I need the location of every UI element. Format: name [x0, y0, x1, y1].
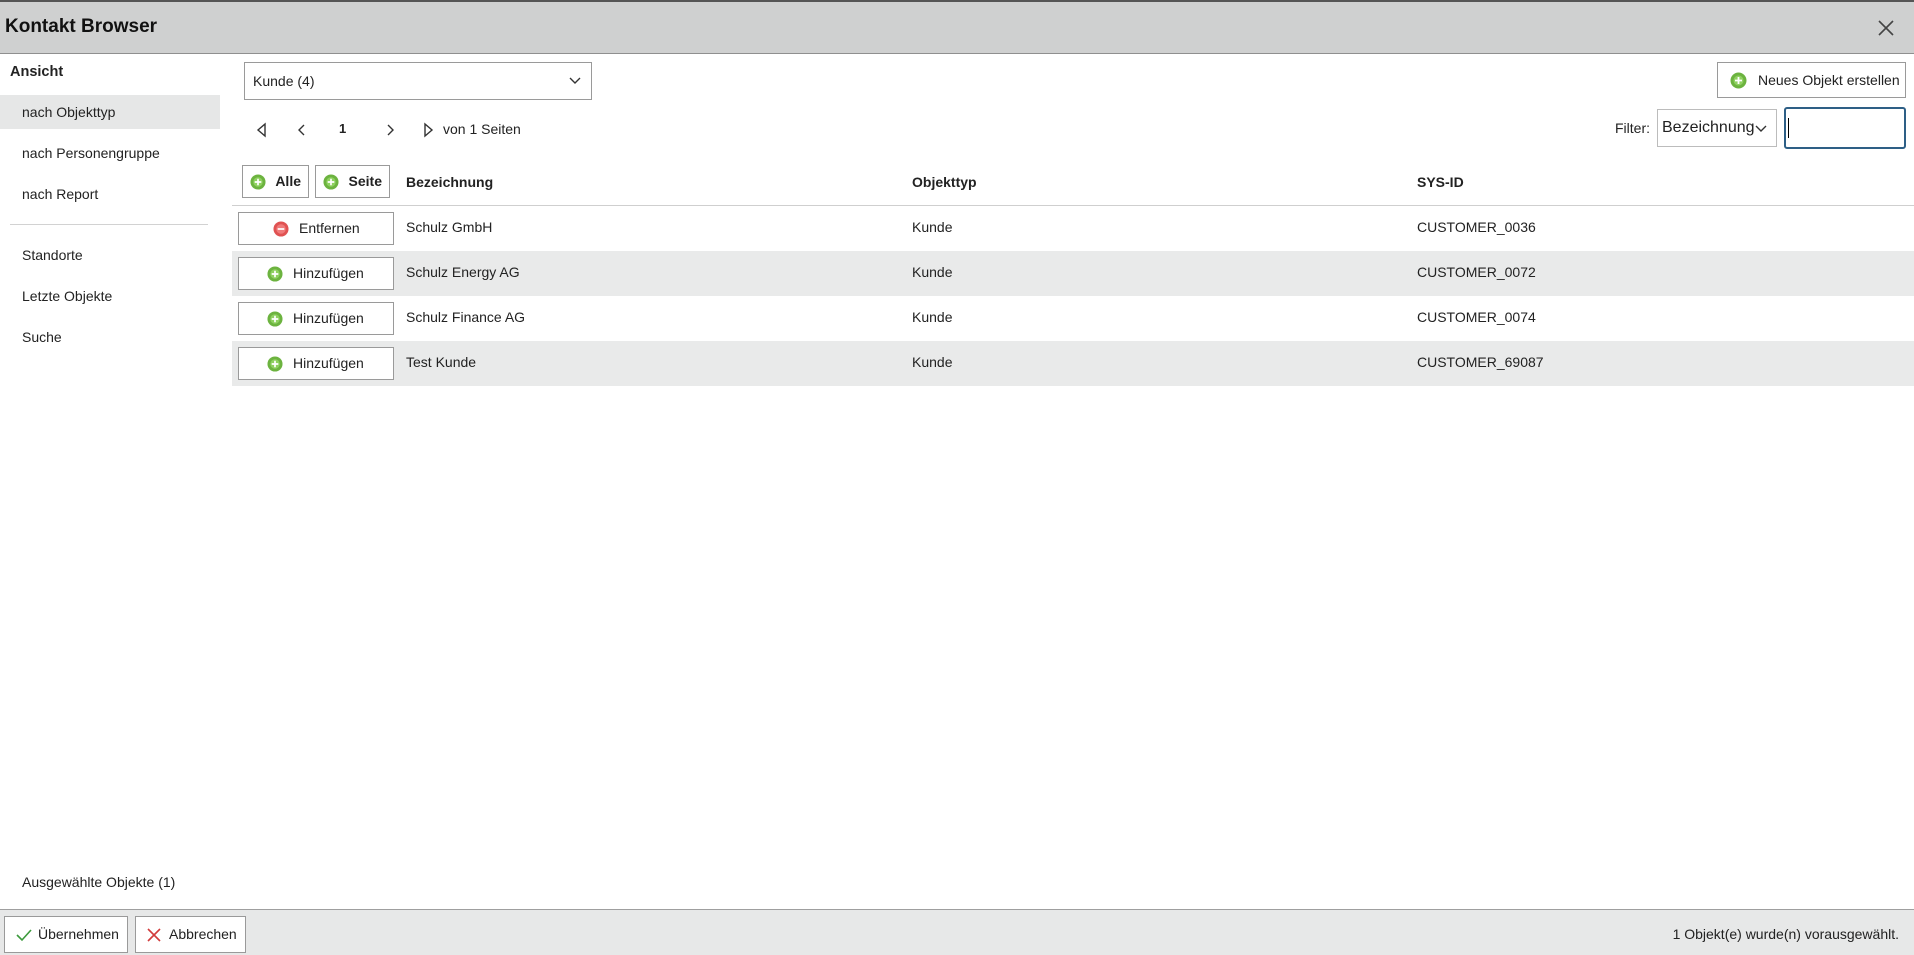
object-type-select[interactable]: Kunde (4)	[244, 62, 592, 100]
cell-objekttyp: Kunde	[912, 354, 953, 370]
close-icon	[147, 928, 161, 942]
next-page-icon[interactable]	[380, 118, 400, 142]
cancel-button[interactable]: Abbrechen	[135, 916, 246, 953]
first-page-icon[interactable]	[252, 118, 272, 142]
plus-circle-icon	[267, 311, 283, 327]
row-action-label: Hinzufügen	[293, 310, 364, 326]
sidebar-item-report[interactable]: nach Report	[0, 177, 220, 211]
column-header-bezeichnung[interactable]: Bezeichnung	[406, 174, 493, 190]
cell-sys-id: CUSTOMER_0036	[1417, 219, 1536, 235]
apply-button[interactable]: Übernehmen	[4, 916, 128, 953]
sidebar-item-personengruppe[interactable]: nach Personengruppe	[0, 136, 220, 170]
column-header-objekttyp[interactable]: Objekttyp	[912, 174, 977, 190]
cell-sys-id: CUSTOMER_0072	[1417, 264, 1536, 280]
column-header-sys-id[interactable]: SYS-ID	[1417, 174, 1464, 190]
sidebar-item-letzte-objekte[interactable]: Letzte Objekte	[0, 279, 220, 313]
plus-circle-icon	[250, 174, 266, 190]
prev-page-icon[interactable]	[292, 118, 312, 142]
cell-objekttyp: Kunde	[912, 219, 953, 235]
plus-circle-icon	[1730, 72, 1747, 89]
close-icon[interactable]	[1872, 14, 1900, 42]
window-title: Kontakt Browser	[5, 16, 158, 37]
title-bar: Kontakt Browser	[0, 0, 1914, 54]
main-panel: Kunde (4) Neues Objekt erstellen 1 von 1…	[232, 54, 1914, 909]
status-text: 1 Objekt(e) wurde(n) vorausgewählt.	[1672, 926, 1899, 942]
plus-circle-icon	[323, 174, 339, 190]
apply-label: Übernehmen	[38, 926, 119, 942]
row-action-label: Entfernen	[299, 220, 360, 236]
add-all-label: Alle	[275, 173, 301, 189]
add-button[interactable]: Hinzufügen	[238, 257, 394, 290]
table-row: Hinzufügen Schulz Finance AG Kunde CUSTO…	[232, 296, 1914, 341]
table-header: Alle Seite Bezeichnung Objekttyp SYS-ID	[232, 164, 1914, 206]
cell-sys-id: CUSTOMER_69087	[1417, 354, 1544, 370]
text-cursor	[1788, 118, 1789, 138]
current-page-number: 1	[339, 121, 347, 136]
cell-bezeichnung: Schulz GmbH	[406, 219, 493, 235]
cell-objekttyp: Kunde	[912, 309, 953, 325]
sidebar-item-suche[interactable]: Suche	[0, 320, 220, 354]
footer-bar: Übernehmen Abbrechen 1 Objekt(e) wurde(n…	[0, 909, 1914, 955]
plus-circle-icon	[267, 356, 283, 372]
filter-label: Filter:	[1615, 120, 1650, 136]
sidebar-item-standorte[interactable]: Standorte	[0, 238, 220, 272]
add-button[interactable]: Hinzufügen	[238, 302, 394, 335]
add-all-button[interactable]: Alle	[242, 165, 309, 198]
cell-sys-id: CUSTOMER_0074	[1417, 309, 1536, 325]
cell-bezeichnung: Schulz Finance AG	[406, 309, 526, 325]
selected-objects-link[interactable]: Ausgewählte Objekte (1)	[22, 874, 175, 890]
table-row: Hinzufügen Test Kunde Kunde CUSTOMER_690…	[232, 341, 1914, 386]
cell-bezeichnung: Schulz Energy AG	[406, 264, 520, 280]
new-object-button[interactable]: Neues Objekt erstellen	[1717, 62, 1906, 98]
cell-bezeichnung: Test Kunde	[406, 354, 477, 370]
cancel-label: Abbrechen	[169, 926, 237, 942]
page-count-text: von 1 Seiten	[443, 121, 521, 137]
row-action-label: Hinzufügen	[293, 265, 364, 281]
table-row: Entfernen Schulz GmbH Kunde CUSTOMER_003…	[232, 206, 1914, 251]
checkmark-icon	[16, 929, 32, 942]
filter-field-value: Bezeichnung	[1662, 119, 1755, 136]
new-object-label: Neues Objekt erstellen	[1758, 72, 1900, 88]
minus-circle-icon	[273, 221, 289, 237]
sidebar-heading: Ansicht	[10, 64, 64, 80]
chevron-down-icon	[1755, 125, 1767, 132]
row-action-label: Hinzufügen	[293, 355, 364, 371]
last-page-icon[interactable]	[418, 118, 438, 142]
add-page-label: Seite	[348, 173, 382, 189]
sidebar: Ansicht nach Objekttyp nach Personengrup…	[0, 54, 220, 909]
add-page-button[interactable]: Seite	[315, 165, 390, 198]
object-type-select-value: Kunde (4)	[253, 73, 315, 89]
filter-input[interactable]	[1784, 107, 1906, 149]
sidebar-item-objekttyp[interactable]: nach Objekttyp	[0, 95, 220, 129]
filter-field-select[interactable]: Bezeichnung	[1657, 109, 1777, 147]
chevron-down-icon	[569, 77, 581, 84]
table-row: Hinzufügen Schulz Energy AG Kunde CUSTOM…	[232, 251, 1914, 296]
sidebar-divider	[10, 224, 208, 225]
remove-button[interactable]: Entfernen	[238, 212, 394, 245]
plus-circle-icon	[267, 266, 283, 282]
add-button[interactable]: Hinzufügen	[238, 347, 394, 380]
cell-objekttyp: Kunde	[912, 264, 953, 280]
